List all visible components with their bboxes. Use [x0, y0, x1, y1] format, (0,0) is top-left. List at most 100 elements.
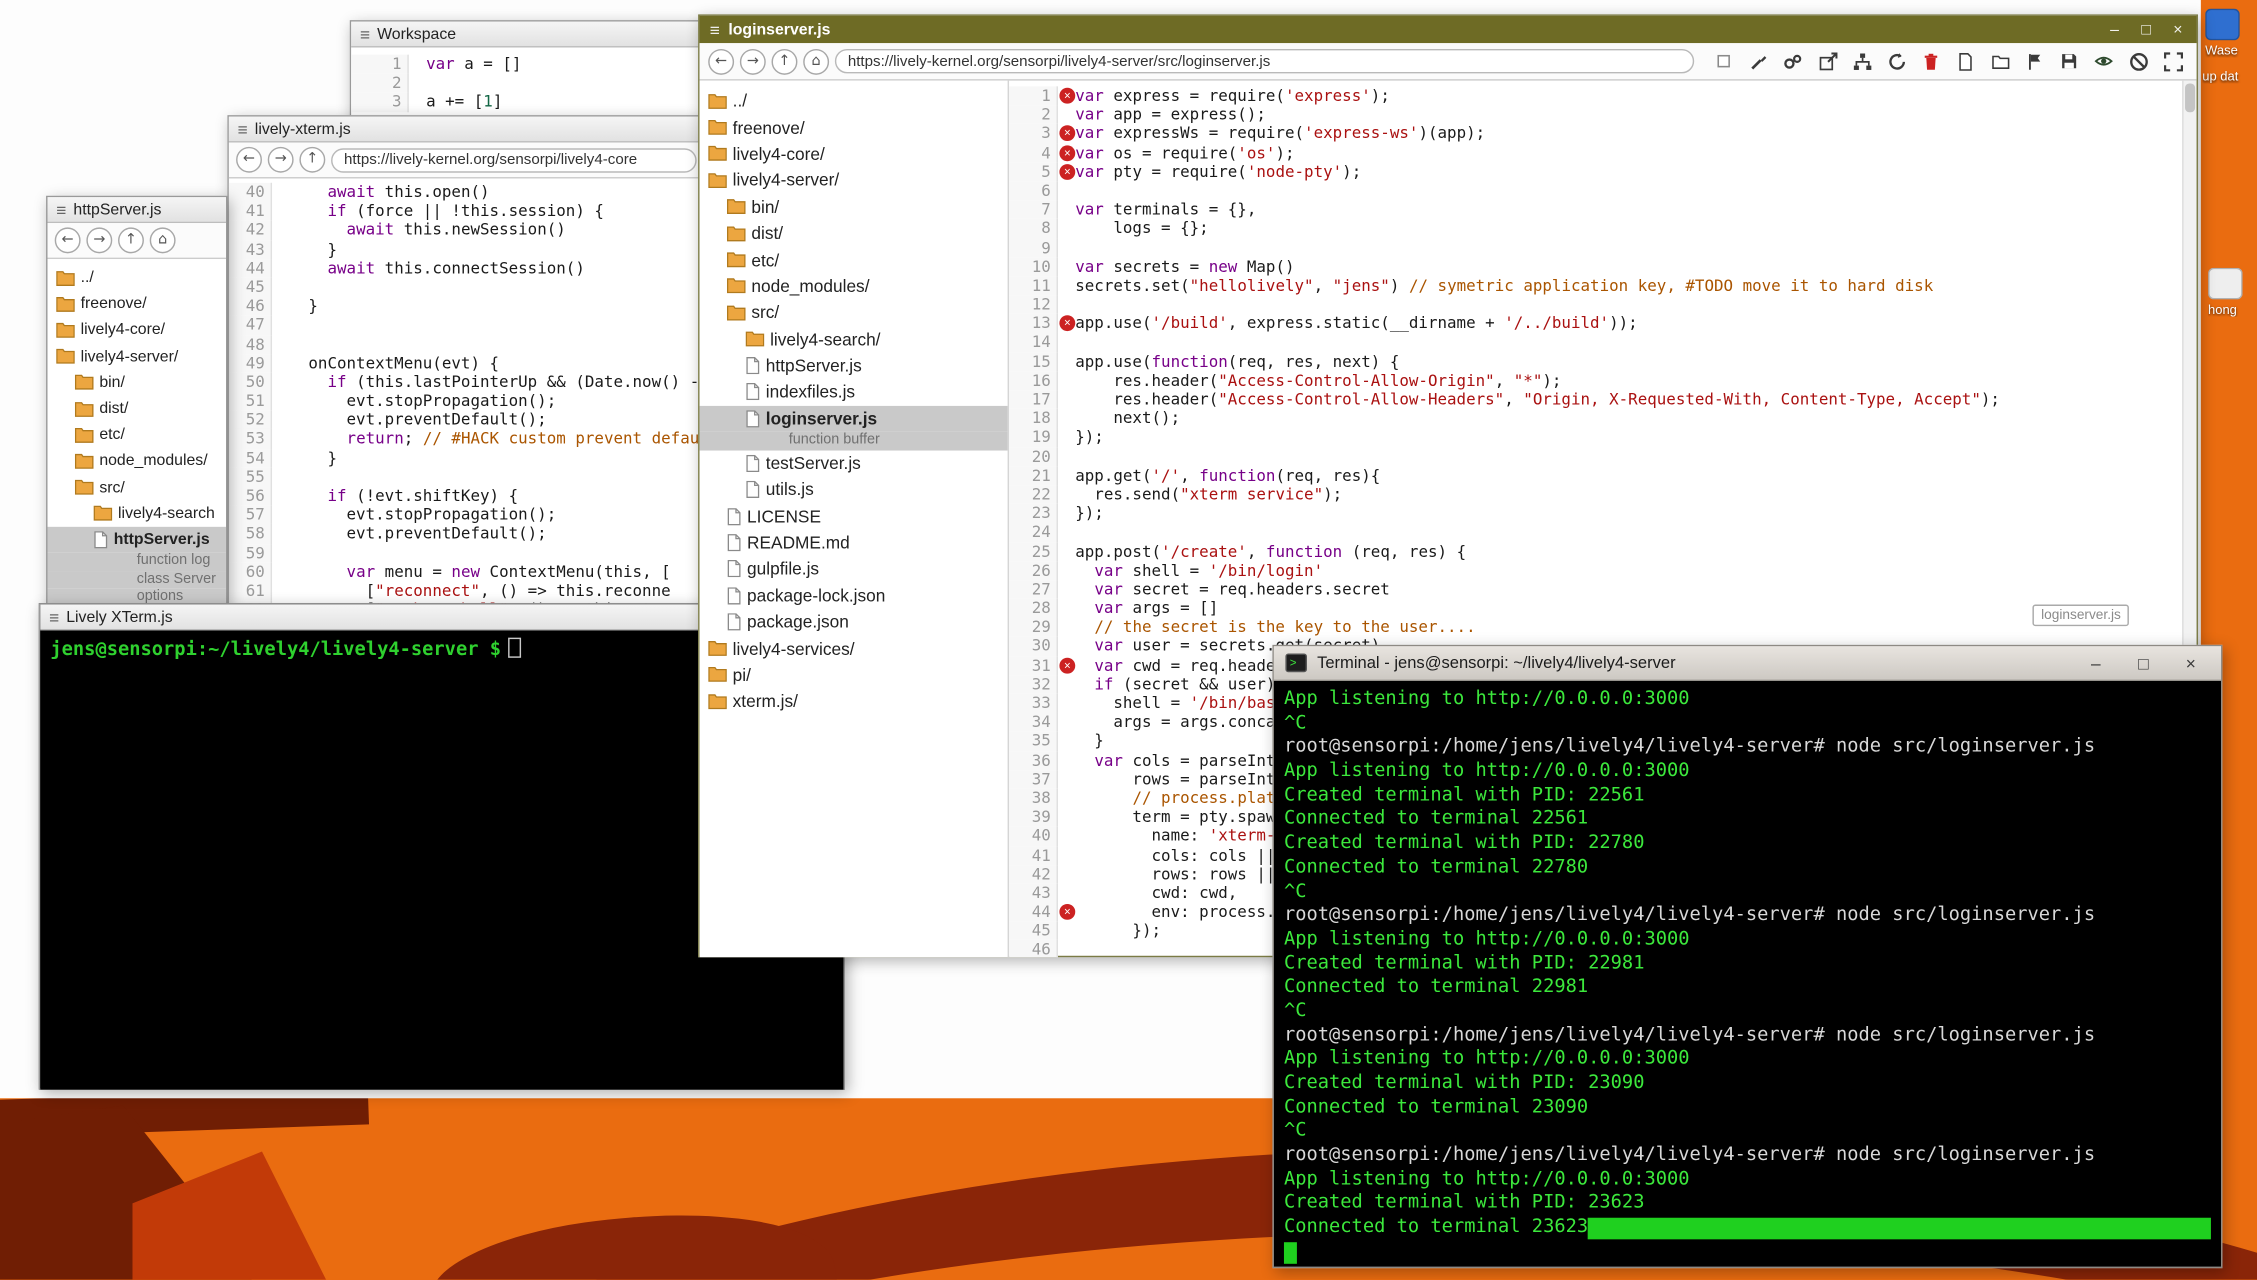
settings-icon[interactable] — [1778, 47, 1808, 76]
tree-item-node-modules[interactable]: node_modules/ — [700, 273, 1008, 299]
code-line-26[interactable]: 26 var shell = '/bin/login' — [1009, 561, 2197, 580]
select-icon[interactable] — [1709, 47, 1739, 76]
code-line-24[interactable]: 24 — [1009, 523, 2197, 542]
menu-icon[interactable]: ≡ — [238, 120, 248, 137]
tree-item-lively4-core[interactable]: lively4-core/ — [48, 317, 226, 343]
code-line-55[interactable]: 55 — [229, 468, 704, 487]
flag-icon[interactable] — [2019, 47, 2049, 76]
tree-item-readme-md[interactable]: README.md — [700, 529, 1008, 555]
code-line-9[interactable]: 9 — [1009, 238, 2197, 257]
tree-item-etc[interactable]: etc/ — [700, 247, 1008, 273]
code-line-7[interactable]: 7var terminals = {}, — [1009, 200, 2197, 219]
forward-button[interactable]: → — [740, 48, 766, 74]
back-button[interactable]: ← — [55, 227, 81, 253]
httpserver-titlebar[interactable]: ≡ httpServer.js — [48, 197, 226, 223]
up-button[interactable]: ↑ — [299, 147, 325, 173]
code-line-8[interactable]: 8 logs = {}; — [1009, 219, 2197, 238]
code-editor[interactable]: 40 await this.open()41 if (force || !thi… — [229, 178, 704, 611]
tree-item-indexfiles-js[interactable]: indexfiles.js — [700, 379, 1008, 405]
code-line-17[interactable]: 17 res.header("Access-Control-Allow-Head… — [1009, 390, 2197, 409]
code-line-57[interactable]: 57 evt.stopPropagation(); — [229, 506, 704, 525]
code-line-58[interactable]: 58 evt.preventDefault(); — [229, 524, 704, 543]
code-line-28[interactable]: 28 var args = [] — [1009, 599, 2197, 618]
tree-item-xterm-js[interactable]: xterm.js/ — [700, 688, 1008, 714]
tree-item-lively4-core[interactable]: lively4-core/ — [700, 141, 1008, 167]
code-line-25[interactable]: 25app.post('/create', function (req, res… — [1009, 542, 2197, 561]
code-line-45[interactable]: 45 — [229, 278, 704, 297]
code-line-54[interactable]: 54 } — [229, 449, 704, 468]
up-button[interactable]: ↑ — [118, 227, 144, 253]
tree-item-pi[interactable]: pi/ — [700, 662, 1008, 688]
code-line-51[interactable]: 51 evt.stopPropagation(); — [229, 392, 704, 411]
tree-subitem-class-server[interactable]: class Server — [48, 571, 226, 589]
tree-item-item[interactable]: ../ — [700, 88, 1008, 114]
error-marker-icon[interactable]: × — [1059, 145, 1075, 161]
tree-item-etc[interactable]: etc/ — [48, 422, 226, 448]
new-folder-icon[interactable] — [1985, 47, 2015, 76]
code-line-21[interactable]: 21app.get('/', function(req, res){ — [1009, 466, 2197, 485]
tree-item-bin[interactable]: bin/ — [48, 370, 226, 396]
tree-item-src[interactable]: src/ — [48, 474, 226, 500]
menu-icon[interactable]: ≡ — [710, 21, 720, 38]
code-line-5[interactable]: 5×var pty = require('node-pty'); — [1009, 162, 2197, 181]
code-line-6[interactable]: 6 — [1009, 181, 2197, 200]
code-line-53[interactable]: 53 return; // #HACK custom prevent defau… — [229, 430, 704, 449]
tree-subitem-function-buffer[interactable]: function buffer — [700, 432, 1008, 450]
code-line-22[interactable]: 22 res.send("xterm service"); — [1009, 485, 2197, 504]
code-line-41[interactable]: 41 if (force || !this.session) { — [229, 202, 704, 221]
code-line-15[interactable]: 15app.use(function(req, res, next) { — [1009, 352, 2197, 371]
forward-button[interactable]: → — [86, 227, 112, 253]
terminal-output[interactable]: App listening to http://0.0.0.0:3000^Cro… — [1274, 681, 2221, 1267]
block-icon[interactable] — [2123, 47, 2153, 76]
code-line-56[interactable]: 56 if (!evt.shiftKey) { — [229, 487, 704, 506]
code-line-18[interactable]: 18 next(); — [1009, 409, 2197, 428]
tree-item-dist[interactable]: dist/ — [700, 220, 1008, 246]
tree-item-bin[interactable]: bin/ — [700, 194, 1008, 220]
home-button[interactable]: ⌂ — [803, 48, 829, 74]
code-line-2[interactable]: 2 — [351, 74, 702, 93]
code-line-14[interactable]: 14 — [1009, 333, 2197, 352]
menu-icon[interactable]: ≡ — [360, 25, 370, 42]
menu-icon[interactable]: ≡ — [49, 608, 59, 625]
code-line-4[interactable]: 4×var os = require('os'); — [1009, 143, 2197, 162]
error-marker-icon[interactable]: × — [1059, 904, 1075, 920]
tree-item-freenove[interactable]: freenove/ — [48, 291, 226, 317]
code-line-40[interactable]: 40 await this.open() — [229, 183, 704, 202]
code-line-19[interactable]: 19}); — [1009, 428, 2197, 447]
menu-icon[interactable]: ≡ — [56, 201, 66, 218]
new-file-icon[interactable] — [1950, 47, 1980, 76]
maximize-button[interactable]: □ — [2138, 21, 2155, 38]
tree-item-dist[interactable]: dist/ — [48, 396, 226, 422]
tree-item-src[interactable]: src/ — [700, 300, 1008, 326]
maximize-button[interactable]: □ — [2125, 653, 2162, 673]
sitemap-icon[interactable] — [1847, 47, 1877, 76]
code-line-49[interactable]: 49 onContextMenu(evt) { — [229, 354, 704, 373]
error-marker-icon[interactable]: × — [1059, 164, 1075, 180]
tree-item-loginserver-js[interactable]: loginserver.js — [700, 405, 1008, 431]
eye-icon[interactable] — [2089, 47, 2119, 76]
code-line-44[interactable]: 44 await this.connectSession() — [229, 259, 704, 278]
back-button[interactable]: ← — [236, 147, 262, 173]
code-line-1[interactable]: 1var a = [] — [351, 55, 702, 74]
desktop-icon-updated[interactable]: up dat — [2202, 66, 2257, 83]
brush-icon[interactable] — [1743, 47, 1773, 76]
tree-item-lively4-server[interactable]: lively4-server/ — [48, 343, 226, 369]
code-line-2[interactable]: 2var app = express(); — [1009, 105, 2197, 124]
tree-item-gulpfile-js[interactable]: gulpfile.js — [700, 556, 1008, 582]
desktop-icon-hong[interactable]: hong — [2208, 268, 2257, 317]
code-line-12[interactable]: 12 — [1009, 295, 2197, 314]
forward-button[interactable]: → — [268, 147, 294, 173]
desktop-icon-wastebasket[interactable]: Wase — [2205, 9, 2257, 58]
error-marker-icon[interactable]: × — [1059, 88, 1075, 104]
tree-item-package-json[interactable]: package.json — [700, 609, 1008, 635]
code-line-1[interactable]: 1×var express = require('express'); — [1009, 86, 2197, 105]
code-line-47[interactable]: 47 — [229, 316, 704, 335]
code-line-16[interactable]: 16 res.header("Access-Control-Allow-Orig… — [1009, 371, 2197, 390]
close-button[interactable]: × — [2172, 653, 2209, 673]
tree-item-lively4-search[interactable]: lively4-search/ — [700, 326, 1008, 352]
tree-item-testserver-js[interactable]: testServer.js — [700, 450, 1008, 476]
tree-item-httpserver-js[interactable]: httpServer.js — [700, 353, 1008, 379]
tree-item-item[interactable]: ../ — [48, 265, 226, 291]
code-line-48[interactable]: 48 — [229, 335, 704, 354]
fullscreen-icon[interactable] — [2158, 47, 2188, 76]
